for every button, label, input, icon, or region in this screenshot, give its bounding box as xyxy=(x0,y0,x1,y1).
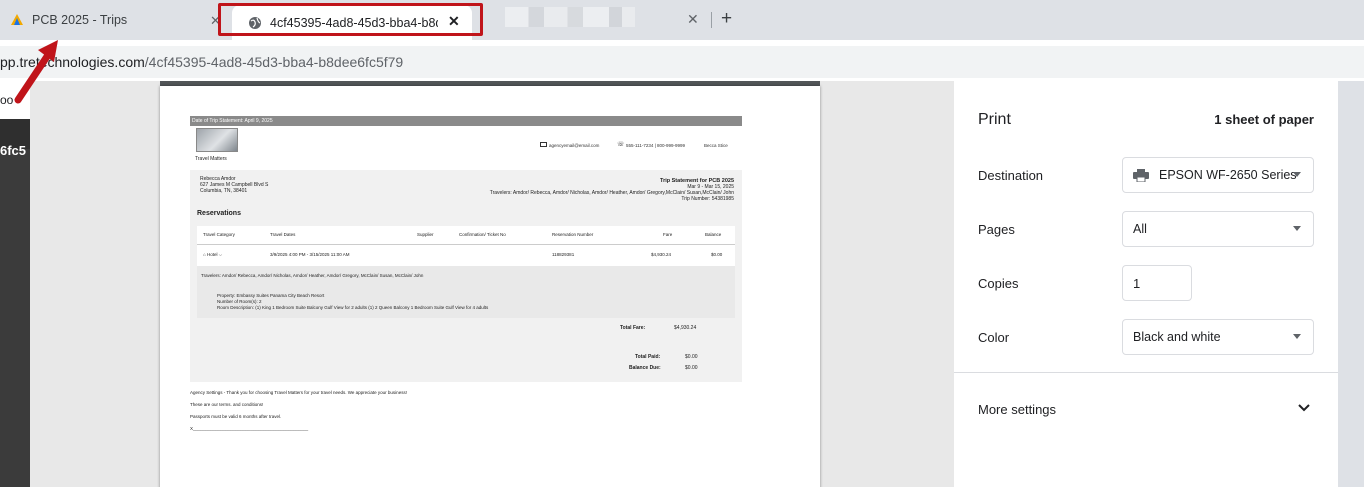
window-gutter xyxy=(1338,81,1364,487)
col-fare: Fare xyxy=(663,232,673,237)
phone-icon: ☏ xyxy=(617,142,625,148)
row-balance: $0.00 xyxy=(711,252,723,257)
pages-select[interactable]: All xyxy=(1122,211,1314,247)
agency-phone: 555-111-7234 | 800-999-9999 xyxy=(626,143,686,148)
tab-pcb-trips[interactable]: PCB 2025 - Trips ✕ xyxy=(0,0,230,40)
chevron-down-icon[interactable]: ⌵ xyxy=(217,252,222,257)
url-prefix: pp.tr xyxy=(0,54,29,70)
pages-label: Pages xyxy=(978,222,1015,237)
address-bar: pp.tretechnologies.com/4cf45395-4ad8-45d… xyxy=(0,40,1364,81)
row-category-label: Hotel xyxy=(206,252,218,257)
total-paid-label: Total Paid: xyxy=(635,354,661,360)
dropdown-arrow-icon xyxy=(1293,226,1301,231)
row-dates: 3/9/2025 4:00 PM - 3/15/2025 11:00 AM xyxy=(270,252,350,257)
trip-number: Trip Number: 54381985 xyxy=(681,196,734,202)
bookmark-item[interactable]: oo xyxy=(0,93,13,107)
print-title: Print xyxy=(978,111,1011,128)
col-travel-dates: Travel Dates xyxy=(270,232,296,237)
print-settings-panel: Print 1 sheet of paper Destination EPSON… xyxy=(954,81,1338,487)
agent-name: Becca Stice xyxy=(704,143,728,148)
agency-logo xyxy=(196,128,238,152)
footer-passports: Passports must be valid 6 months after t… xyxy=(190,414,282,419)
more-settings-toggle[interactable]: More settings xyxy=(978,402,1056,417)
destination-label: Destination xyxy=(978,168,1044,183)
mail-icon xyxy=(540,142,547,147)
tab-title: PCB 2025 - Trips xyxy=(32,13,128,27)
url-domain: technologies.com xyxy=(35,54,145,70)
close-tab-icon[interactable]: ✕ xyxy=(687,11,699,28)
color-value: Black and white xyxy=(1133,330,1221,344)
col-supplier: Supplier xyxy=(417,232,434,237)
background-page: 6fc5 xyxy=(0,119,30,487)
table-divider xyxy=(197,244,735,245)
color-label: Color xyxy=(978,330,1010,345)
blurred-tab[interactable] xyxy=(505,7,635,27)
row-travelers: Travelers: Amdor/ Rebecca, Amdor/ Nichol… xyxy=(201,273,424,278)
copies-value: 1 xyxy=(1133,275,1141,291)
agency-email: agencyemail@email.com xyxy=(549,143,600,148)
row-reservation-number: 118829381 xyxy=(552,252,575,257)
panel-divider xyxy=(954,372,1338,373)
room-description: Room Description: (1) King 1 Bedroom Sui… xyxy=(217,305,489,310)
copies-label: Copies xyxy=(978,276,1019,291)
app-logo-icon xyxy=(11,14,23,25)
row-fare: $4,930.24 xyxy=(651,252,672,257)
trip-info: Trip Statement for PCB 2025 Mar 9 - Mar … xyxy=(490,178,734,202)
pages-value: All xyxy=(1133,222,1147,236)
printer-icon xyxy=(1133,168,1149,182)
url-input[interactable]: pp.tretechnologies.com/4cf45395-4ad8-45d… xyxy=(0,46,1364,78)
url-path: /4cf45395-4ad8-45d3-bba4-b8dee6fc5f79 xyxy=(144,54,404,70)
print-preview: Date of Trip Statement: April 9, 2025 Tr… xyxy=(30,81,954,487)
col-travel-category: Travel Category xyxy=(203,232,235,237)
new-tab-button[interactable]: + xyxy=(721,8,732,30)
reservations-heading: Reservations xyxy=(197,210,241,217)
preview-margin-right xyxy=(820,81,954,487)
total-paid-value: $0.00 xyxy=(685,354,698,360)
property-details: Property: Embassy Suites Panama City Bea… xyxy=(217,293,488,311)
preview-margin-left xyxy=(30,81,160,487)
sheet-count: 1 sheet of paper xyxy=(1214,112,1314,127)
copies-input[interactable]: 1 xyxy=(1122,265,1192,301)
balance-due-label: Balance Due: xyxy=(629,365,661,371)
chevron-down-icon[interactable] xyxy=(1296,399,1312,415)
statement-date-bar: Date of Trip Statement: April 9, 2025 xyxy=(190,116,742,126)
url-host-fragment: e xyxy=(28,54,36,70)
agency-name: Travel Matters xyxy=(195,156,227,162)
preview-sheet: Date of Trip Statement: April 9, 2025 Tr… xyxy=(160,86,820,487)
client-address: Rebecca Amdor 627 James M Campbell Blvd … xyxy=(200,176,268,194)
dropdown-arrow-icon xyxy=(1293,334,1301,339)
row-category: ⌂ Hotel ⌵ xyxy=(203,252,222,257)
footer-terms: These are our terms. and conditions! xyxy=(190,402,264,407)
col-reservation-number: Reservation Number xyxy=(552,232,594,237)
total-fare-value: $4,930.24 xyxy=(674,325,697,331)
reservations-table: Travel Category Travel Dates Supplier Co… xyxy=(197,226,735,266)
client-address-line2: Columbia, TN, 38401 xyxy=(200,188,248,194)
background-page-text: 6fc5 xyxy=(0,143,27,158)
tab-separator xyxy=(711,12,712,28)
destination-value: EPSON WF-2650 Series xyxy=(1159,168,1297,182)
dropdown-arrow-icon xyxy=(1293,172,1301,177)
annotation-highlight-box xyxy=(218,3,483,36)
url-text: pp.tretechnologies.com/4cf45395-4ad8-45d… xyxy=(0,54,403,70)
col-balance: Balance xyxy=(705,232,722,237)
total-fare-label: Total Fare: xyxy=(620,325,646,331)
tab-strip: PCB 2025 - Trips ✕ 4cf45395-4ad8-45d3-bb… xyxy=(0,0,1364,40)
col-confirmation: Confirmation/ Ticket No xyxy=(459,232,506,237)
signature-line: X_______________________________________… xyxy=(190,426,309,431)
color-select[interactable]: Black and white xyxy=(1122,319,1314,355)
footer-agency-settings: Agency Settings - Thank you for choosing… xyxy=(190,390,407,395)
destination-select[interactable]: EPSON WF-2650 Series xyxy=(1122,157,1314,193)
balance-due-value: $0.00 xyxy=(685,365,698,371)
